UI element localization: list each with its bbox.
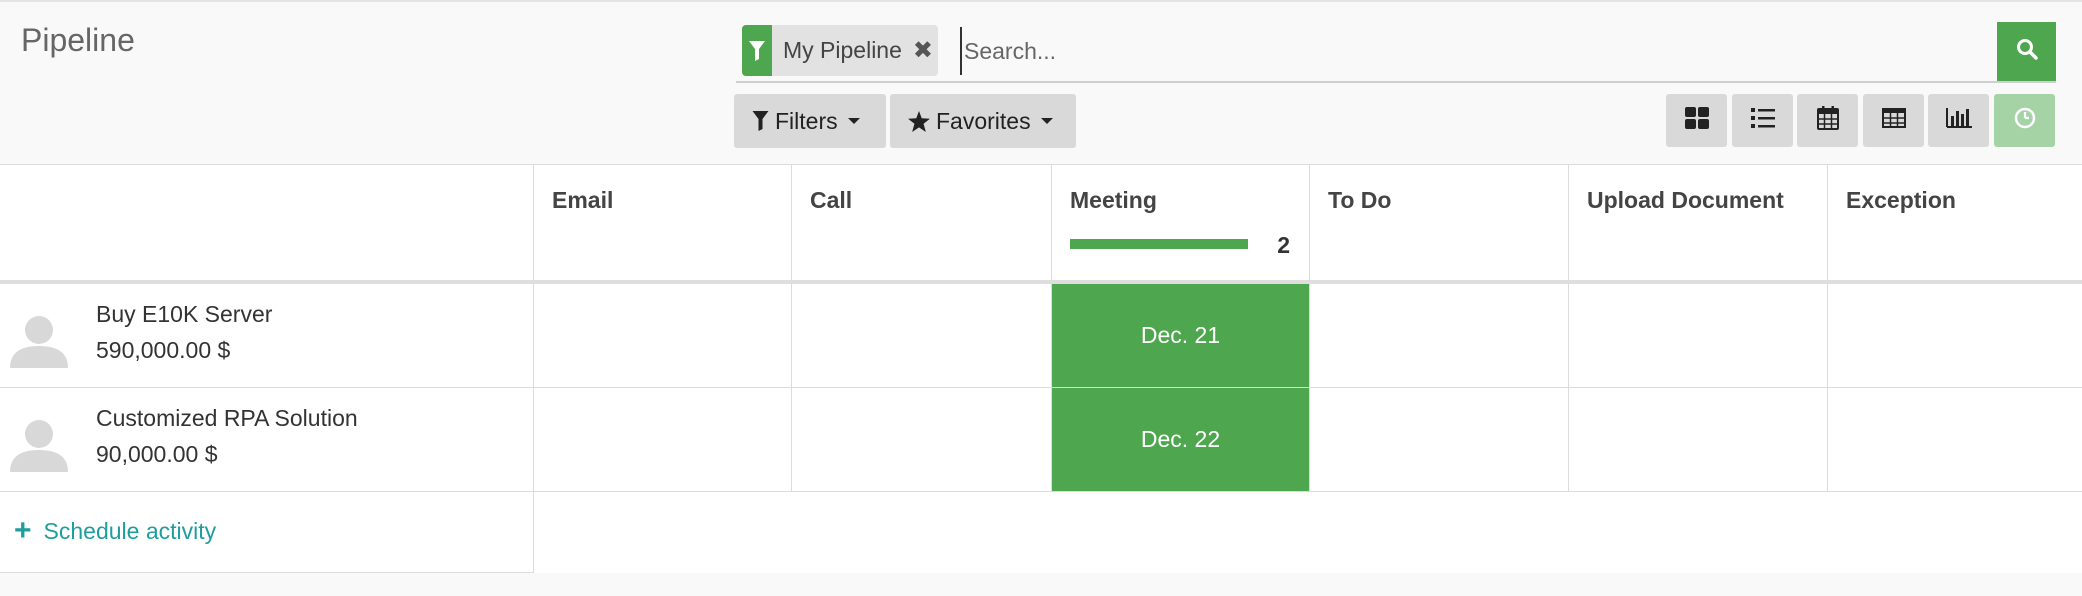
search-input[interactable] xyxy=(960,27,1730,75)
record-amount: 90,000.00 $ xyxy=(96,441,218,467)
favorites-button[interactable]: Favorites xyxy=(890,94,1076,148)
search-icon xyxy=(2016,38,2038,65)
search-button[interactable] xyxy=(1997,22,2056,81)
activity-table: Email Call Meeting 2 To Do Upload Docume… xyxy=(0,165,2082,573)
column-header-label: Upload Document xyxy=(1587,187,1784,213)
record-row[interactable]: Buy E10K Server 590,000.00 $ xyxy=(0,284,533,387)
schedule-activity-button[interactable]: + Schedule activity xyxy=(14,516,216,546)
clock-icon xyxy=(2014,107,2036,134)
avatar-placeholder-icon xyxy=(10,416,68,472)
search-facet: My Pipeline ✖ xyxy=(742,25,938,76)
filter-icon xyxy=(742,25,772,76)
column-divider xyxy=(1827,165,1828,492)
column-header-label: Meeting xyxy=(1070,187,1157,213)
view-graph-button[interactable] xyxy=(1928,94,1989,147)
plus-icon: + xyxy=(14,514,32,547)
activity-cell-meeting[interactable]: Dec. 21 xyxy=(1052,284,1309,387)
column-header-exception[interactable]: Exception xyxy=(1827,165,2082,281)
control-panel: Pipeline My Pipeline ✖ Filters Favorites xyxy=(0,2,2082,165)
column-divider xyxy=(533,165,534,573)
record-amount: 590,000.00 $ xyxy=(96,337,231,363)
column-divider xyxy=(791,165,792,492)
column-header-call[interactable]: Call xyxy=(791,165,1051,281)
pivot-table-icon xyxy=(1881,108,1906,133)
bottom-background xyxy=(533,573,2082,596)
filters-button[interactable]: Filters xyxy=(734,94,886,148)
page-title: Pipeline xyxy=(21,22,135,58)
view-calendar-button[interactable] xyxy=(1797,94,1858,147)
column-header-email[interactable]: Email xyxy=(533,165,791,281)
activity-cell-meeting[interactable]: Dec. 22 xyxy=(1052,388,1309,491)
kanban-icon xyxy=(1684,107,1709,134)
column-header-label: To Do xyxy=(1328,187,1392,213)
column-header-meeting[interactable]: Meeting 2 xyxy=(1051,165,1309,281)
schedule-activity-label: Schedule activity xyxy=(43,517,217,544)
facet-remove-icon[interactable]: ✖ xyxy=(908,25,938,76)
avatar-placeholder-icon xyxy=(10,312,68,368)
search-bar: My Pipeline ✖ xyxy=(736,22,2056,83)
filter-icon xyxy=(752,111,769,131)
list-icon xyxy=(1750,108,1775,133)
view-list-button[interactable] xyxy=(1732,94,1793,147)
calendar-icon xyxy=(1816,106,1839,135)
column-header-todo[interactable]: To Do xyxy=(1309,165,1568,281)
row-divider xyxy=(0,572,533,573)
star-icon xyxy=(908,110,930,132)
facet-label: My Pipeline xyxy=(783,37,902,63)
row-divider xyxy=(0,491,2082,492)
column-divider xyxy=(1568,165,1569,492)
view-kanban-button[interactable] xyxy=(1666,94,1727,147)
caret-down-icon xyxy=(1040,118,1053,124)
meeting-progress-bar[interactable] xyxy=(1070,239,1248,249)
bar-chart-icon xyxy=(1945,108,1972,133)
column-header-label: Call xyxy=(810,187,853,213)
caret-down-icon xyxy=(847,118,860,124)
favorites-label: Favorites xyxy=(936,107,1031,134)
filters-label: Filters xyxy=(775,107,838,134)
progress-fill xyxy=(1070,239,1248,249)
column-header-label: Email xyxy=(552,187,614,213)
view-pivot-button[interactable] xyxy=(1863,94,1924,147)
progress-count: 2 xyxy=(1277,232,1290,258)
column-divider xyxy=(1309,165,1310,492)
record-name: Buy E10K Server xyxy=(96,301,273,327)
column-header-label: Exception xyxy=(1846,187,1956,213)
record-row[interactable]: Customized RPA Solution 90,000.00 $ xyxy=(0,388,533,491)
record-name: Customized RPA Solution xyxy=(96,405,358,431)
column-header-upload-document[interactable]: Upload Document xyxy=(1568,165,1827,281)
view-activity-button[interactable] xyxy=(1994,94,2055,147)
